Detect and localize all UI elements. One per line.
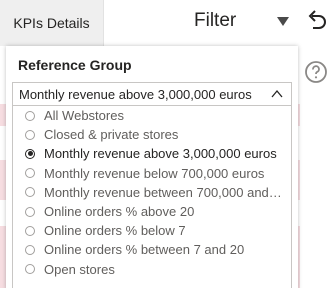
dropdown-selected-value: Monthly revenue above 3,000,000 euros (19, 86, 252, 102)
option-label: Online orders % between 7 and 20 (44, 242, 245, 258)
undo-icon[interactable] (303, 8, 329, 34)
option-online-between-7-20[interactable]: Online orders % between 7 and 20 (13, 240, 291, 259)
option-label: Online orders % above 20 (44, 204, 195, 220)
kpis-details-button[interactable]: KPIs Details (0, 0, 104, 46)
option-revenue-between[interactable]: Monthly revenue between 700,000 and 3,..… (13, 183, 291, 202)
option-all-webstores[interactable]: All Webstores (13, 106, 291, 125)
option-label: All Webstores (44, 108, 124, 124)
option-closed-private-stores[interactable]: Closed & private stores (13, 125, 291, 144)
radio-button[interactable] (25, 110, 35, 121)
kpis-details-label: KPIs Details (13, 15, 90, 31)
option-revenue-below-700k[interactable]: Monthly revenue below 700,000 euros (13, 164, 291, 183)
radio-button[interactable] (25, 264, 35, 275)
option-revenue-above-3m[interactable]: Monthly revenue above 3,000,000 euros (13, 144, 291, 163)
radio-button[interactable] (25, 206, 35, 217)
radio-button[interactable] (25, 225, 35, 236)
options-list[interactable]: All Webstores Closed & private stores Mo… (12, 106, 292, 288)
option-label: Online orders % below 7 (44, 223, 186, 239)
radio-button-selected[interactable] (25, 148, 35, 159)
reference-group-label: Reference Group (18, 57, 132, 73)
radio-button[interactable] (25, 244, 35, 255)
help-icon[interactable] (304, 60, 328, 84)
option-label: Monthly revenue above 3,000,000 euros (44, 146, 277, 162)
option-label: Closed & private stores (44, 127, 179, 143)
reference-group-filter-card: Reference Group Monthly revenue above 3,… (6, 46, 298, 288)
option-label: Monthly revenue between 700,000 and 3,..… (44, 184, 282, 200)
reference-group-dropdown[interactable]: Monthly revenue above 3,000,000 euros (12, 82, 292, 106)
option-label: Open stores (44, 261, 115, 277)
chevron-up-icon[interactable] (271, 89, 283, 99)
radio-button[interactable] (25, 168, 35, 179)
radio-button[interactable] (25, 129, 35, 140)
radio-button[interactable] (25, 187, 35, 198)
filter-title: Filter (194, 10, 237, 31)
option-online-above-20[interactable]: Online orders % above 20 (13, 202, 291, 221)
funnel-icon[interactable] (276, 15, 290, 29)
option-online-below-7[interactable]: Online orders % below 7 (13, 221, 291, 240)
option-label: Monthly revenue below 700,000 euros (44, 165, 265, 181)
option-open-stores[interactable]: Open stores (13, 260, 291, 279)
